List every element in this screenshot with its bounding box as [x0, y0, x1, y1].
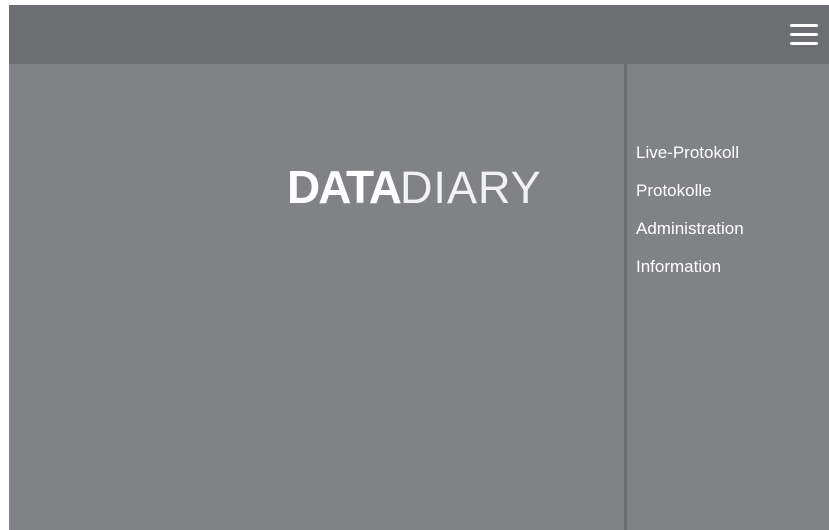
logo-part-data: DATA	[287, 161, 402, 213]
datadiary-logo: DATADIARY	[287, 164, 542, 210]
menu-line	[790, 42, 818, 45]
menu-line	[790, 33, 818, 36]
side-menu: Live-Protokoll Protokolle Administration…	[627, 64, 829, 530]
side-menu-item-administration[interactable]: Administration	[636, 218, 744, 256]
logo-part-diary: DIARY	[399, 162, 542, 213]
menu-line	[790, 24, 818, 27]
side-menu-item-live-protokoll[interactable]: Live-Protokoll	[636, 142, 744, 180]
main-content: DATADIARY	[9, 64, 624, 530]
top-bar	[9, 5, 829, 64]
app-frame: DATADIARY Live-Protokoll Protokolle Admi…	[9, 5, 829, 530]
hamburger-menu-icon[interactable]	[790, 23, 818, 45]
side-menu-item-information[interactable]: Information	[636, 256, 744, 294]
side-menu-item-protokolle[interactable]: Protokolle	[636, 180, 744, 218]
